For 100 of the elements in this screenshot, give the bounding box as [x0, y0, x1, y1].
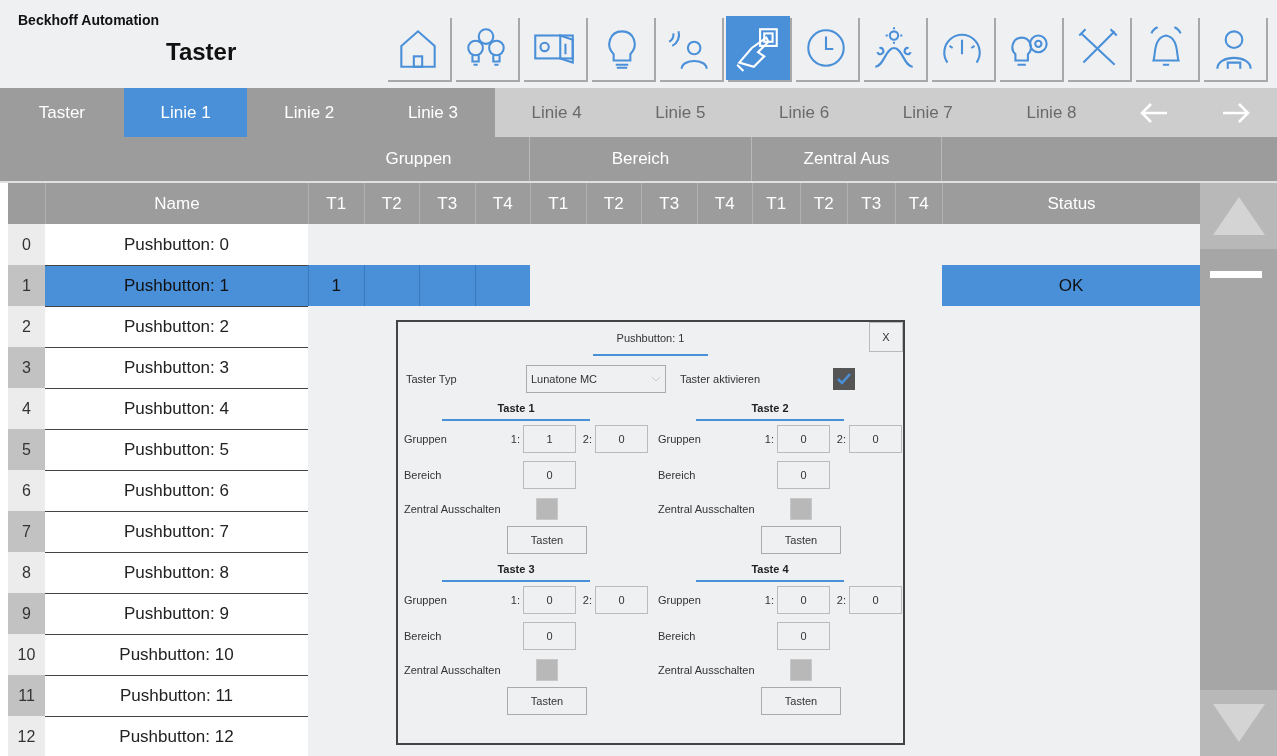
table-cell[interactable]: Pushbutton: 0 — [45, 224, 308, 265]
checkmark-icon — [836, 371, 852, 387]
table-cell[interactable]: Pushbutton: 3 — [45, 347, 308, 388]
table-cell — [363, 265, 419, 306]
field-label: Bereich — [404, 630, 443, 642]
group-header: Bereich — [530, 137, 752, 181]
nav-button[interactable] — [522, 16, 586, 80]
field-label: Bereich — [658, 469, 697, 481]
dialog-title: Pushbutton: 1 — [592, 332, 709, 356]
field-label: Bereich — [404, 469, 443, 481]
nav-button[interactable] — [998, 16, 1062, 80]
row-number: 2 — [8, 306, 45, 347]
nav-button[interactable] — [862, 16, 926, 80]
row-number: 3 — [8, 347, 45, 388]
row-number: 10 — [8, 634, 45, 675]
row-number: 11 — [8, 675, 45, 716]
input-field[interactable]: 0 — [523, 622, 576, 650]
table-cell — [474, 265, 530, 306]
tasten-button[interactable]: Tasten — [761, 526, 841, 554]
next-button[interactable] — [1195, 88, 1277, 137]
field-label: Gruppen — [658, 433, 702, 445]
nav-button[interactable] — [590, 16, 654, 80]
input-field[interactable]: 0 — [523, 461, 576, 489]
input-field[interactable]: 0 — [595, 425, 648, 453]
input-field[interactable]: 0 — [595, 586, 648, 614]
nav-button[interactable] — [930, 16, 994, 80]
nav-button[interactable] — [454, 16, 518, 80]
nav-button[interactable] — [658, 16, 722, 80]
row-number: 0 — [8, 224, 45, 265]
checkbox[interactable] — [790, 659, 812, 681]
table-cell[interactable]: Pushbutton: 11 — [45, 675, 308, 716]
type-dropdown[interactable]: Lunatone MC — [526, 365, 666, 393]
checkbox[interactable] — [536, 498, 558, 520]
table-cell[interactable]: Pushbutton: 2 — [45, 306, 308, 347]
checkbox[interactable] — [790, 498, 812, 520]
input-field[interactable]: 0 — [777, 425, 830, 453]
table-cell[interactable]: Pushbutton: 12 — [45, 716, 308, 756]
company-name: Beckhoff Automation — [18, 12, 161, 28]
section-title: Taste 1 — [442, 402, 590, 421]
page-title: Taster — [166, 38, 238, 66]
field-label: Bereich — [658, 630, 697, 642]
table-cell[interactable]: Pushbutton: 7 — [45, 511, 308, 552]
field-label: 2: — [835, 433, 846, 445]
row-number: 12 — [8, 716, 45, 756]
chevron-icon — [651, 376, 661, 382]
field-label: 2: — [835, 594, 846, 606]
table-cell: 1 — [308, 265, 364, 306]
table-cell[interactable]: Pushbutton: 6 — [45, 470, 308, 511]
checkbox-label: Zentral Ausschalten — [404, 664, 502, 676]
checkbox[interactable] — [536, 659, 558, 681]
section-title: Taste 2 — [696, 402, 844, 421]
row-number: 4 — [8, 388, 45, 429]
arrow-right-icon — [1221, 100, 1252, 125]
input-field[interactable]: 0 — [849, 425, 902, 453]
row-number: 1 — [8, 265, 45, 306]
input-field[interactable]: 1 — [523, 425, 576, 453]
row-number: 7 — [8, 511, 45, 552]
table-cell[interactable]: Pushbutton: 9 — [45, 593, 308, 634]
nav-button[interactable] — [1134, 16, 1198, 80]
nav-button[interactable] — [1066, 16, 1130, 80]
field-label: 1: — [509, 433, 520, 445]
checkbox-label: Zentral Ausschalten — [658, 503, 756, 515]
table-cell — [419, 265, 475, 306]
field-label: 1: — [763, 433, 774, 445]
input-field[interactable]: 0 — [777, 461, 830, 489]
tasten-button[interactable]: Tasten — [761, 687, 841, 715]
row-number: 9 — [8, 593, 45, 634]
field-label: Taster Typ — [406, 373, 458, 385]
scrollbar[interactable] — [1200, 183, 1277, 756]
field-label: 2: — [581, 594, 592, 606]
field-label: Gruppen — [658, 594, 702, 606]
row-number: 5 — [8, 429, 45, 470]
checkbox-label: Zentral Ausschalten — [658, 664, 756, 676]
field-label: Gruppen — [404, 433, 448, 445]
table-cell[interactable]: Pushbutton: 4 — [45, 388, 308, 429]
group-header: Gruppen — [308, 137, 530, 181]
nav-button[interactable] — [794, 16, 858, 80]
field-label: 1: — [763, 594, 774, 606]
input-field[interactable]: 0 — [777, 622, 830, 650]
status-cell: OK — [942, 265, 1200, 306]
tasten-button[interactable]: Tasten — [507, 687, 587, 715]
input-field[interactable]: 0 — [523, 586, 576, 614]
table-cell[interactable]: Pushbutton: 10 — [45, 634, 308, 675]
field-label: 1: — [509, 594, 520, 606]
row-number: 8 — [8, 552, 45, 593]
table-cell[interactable]: Pushbutton: 1 — [45, 265, 308, 306]
checkbox-label: Zentral Ausschalten — [404, 503, 502, 515]
checkbox-label: Taster aktivieren — [680, 373, 762, 385]
input-field[interactable]: 0 — [777, 586, 830, 614]
table-cell[interactable]: Pushbutton: 5 — [45, 429, 308, 470]
checkbox[interactable] — [833, 368, 855, 390]
tasten-button[interactable]: Tasten — [507, 526, 587, 554]
input-field[interactable]: 0 — [849, 586, 902, 614]
close-button[interactable]: X — [869, 322, 903, 352]
table-cell[interactable]: Pushbutton: 8 — [45, 552, 308, 593]
nav-button[interactable] — [1202, 16, 1266, 80]
scroll-thumb[interactable] — [1210, 271, 1262, 278]
group-header: Zentral Aus — [752, 137, 942, 181]
section-title: Taste 3 — [442, 563, 590, 582]
nav-button[interactable] — [726, 16, 790, 80]
